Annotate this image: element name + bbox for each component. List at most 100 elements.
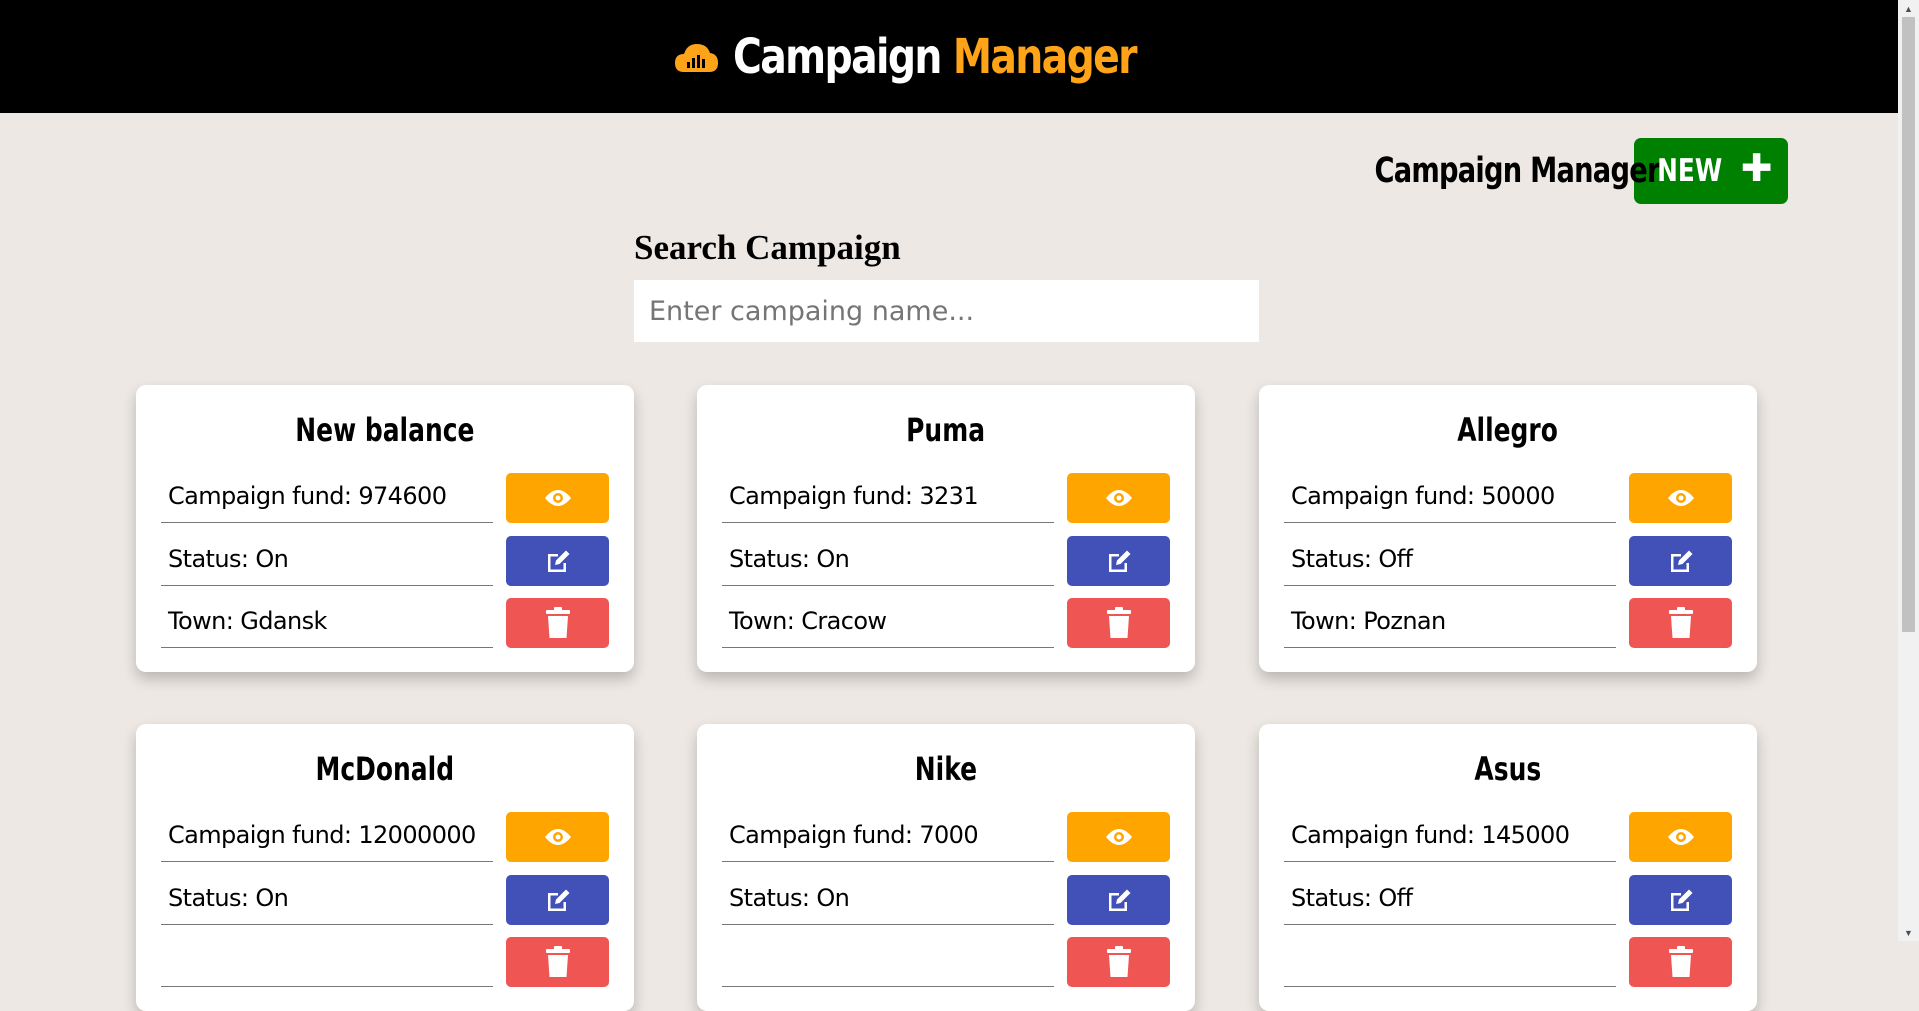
card-row: Town: Poznan [1284, 598, 1732, 650]
campaign-status: Status: Off [1284, 536, 1616, 586]
app-title: Campaign Manager [733, 28, 1138, 85]
edit-icon [1667, 887, 1695, 913]
trash-icon [545, 946, 571, 978]
campaign-status: Status: Off [1284, 875, 1616, 925]
edit-button[interactable] [1629, 875, 1732, 925]
eye-icon [544, 827, 572, 847]
eye-icon [1667, 827, 1695, 847]
scrollbar[interactable]: ▲ ▼ [1898, 0, 1919, 941]
edit-icon [1667, 548, 1695, 574]
delete-button[interactable] [506, 937, 609, 987]
scroll-up-arrow-icon[interactable]: ▲ [1898, 0, 1919, 17]
edit-icon [544, 887, 572, 913]
card-row: Town: Gdansk [161, 598, 609, 650]
delete-button[interactable] [506, 598, 609, 648]
campaign-status: Status: On [161, 536, 493, 586]
campaign-town [722, 937, 1054, 987]
campaign-town: Town: Cracow [722, 598, 1054, 648]
campaign-fund: Campaign fund: 145000 [1284, 812, 1616, 862]
edit-button[interactable] [1629, 536, 1732, 586]
new-button-label: NEW [1657, 153, 1723, 189]
app-title-part1: Campaign [733, 28, 942, 85]
campaign-fund: Campaign fund: 7000 [722, 812, 1054, 862]
plus-icon: ✚ [1740, 146, 1773, 190]
campaign-status: Status: On [722, 536, 1054, 586]
edit-button[interactable] [1067, 536, 1170, 586]
campaign-name: Asus [1259, 750, 1757, 788]
campaign-name: Nike [697, 750, 1195, 788]
scrollbar-thumb[interactable] [1902, 17, 1915, 632]
scroll-down-arrow-icon[interactable]: ▼ [1898, 924, 1919, 941]
campaign-status: Status: On [161, 875, 493, 925]
eye-icon [1105, 827, 1133, 847]
delete-button[interactable] [1629, 598, 1732, 648]
campaign-town [161, 937, 493, 987]
search-input[interactable] [634, 280, 1259, 342]
campaign-card: Puma Campaign fund: 3231 Status: On Town: C… [697, 385, 1195, 672]
trash-icon [1106, 946, 1132, 978]
search-title: Search Campaign [634, 228, 901, 267]
card-row: Campaign fund: 145000 [1284, 812, 1732, 864]
card-row [722, 937, 1170, 989]
campaign-name-text: Allegro [1457, 411, 1559, 449]
view-button[interactable] [1629, 473, 1732, 523]
page-header: Campaign Manager NEW ✚ [1294, 138, 1788, 204]
campaign-name-text: Nike [914, 750, 978, 788]
trash-icon [1668, 946, 1694, 978]
cloud-chart-icon [675, 43, 719, 72]
view-button[interactable] [1067, 473, 1170, 523]
card-row: Campaign fund: 12000000 [161, 812, 609, 864]
card-row [1284, 937, 1732, 989]
app-title-part2: Manager [953, 28, 1138, 85]
campaign-status: Status: On [722, 875, 1054, 925]
view-button[interactable] [1629, 812, 1732, 862]
edit-icon [1105, 887, 1133, 913]
view-button[interactable] [506, 473, 609, 523]
campaign-card: New balance Campaign fund: 974600 Status: … [136, 385, 634, 672]
card-row: Campaign fund: 50000 [1284, 473, 1732, 525]
campaign-name-text: McDonald [315, 750, 455, 788]
campaign-card: Allegro Campaign fund: 50000 Status: Off To… [1259, 385, 1757, 672]
campaign-town: Town: Gdansk [161, 598, 493, 648]
card-row: Status: On [722, 875, 1170, 927]
delete-button[interactable] [1629, 937, 1732, 987]
card-row: Status: On [161, 536, 609, 588]
search-section: Search Campaign [634, 228, 1259, 342]
page-title: Campaign Manager [1374, 151, 1661, 191]
edit-button[interactable] [506, 536, 609, 586]
campaign-name: McDonald [136, 750, 634, 788]
eye-icon [1105, 488, 1133, 508]
campaign-fund: Campaign fund: 3231 [722, 473, 1054, 523]
card-row: Status: Off [1284, 536, 1732, 588]
edit-button[interactable] [506, 875, 609, 925]
campaign-name-text: Puma [906, 411, 986, 449]
card-row: Town: Cracow [722, 598, 1170, 650]
campaign-name: New balance [136, 411, 634, 449]
campaign-name: Puma [697, 411, 1195, 449]
edit-icon [544, 548, 572, 574]
campaign-fund: Campaign fund: 974600 [161, 473, 493, 523]
trash-icon [1106, 607, 1132, 639]
card-row: Campaign fund: 7000 [722, 812, 1170, 864]
view-button[interactable] [1067, 812, 1170, 862]
campaign-town: Town: Poznan [1284, 598, 1616, 648]
campaign-fund: Campaign fund: 12000000 [161, 812, 493, 862]
delete-button[interactable] [1067, 598, 1170, 648]
card-row: Status: Off [1284, 875, 1732, 927]
campaign-name-text: New balance [295, 411, 475, 449]
card-row: Campaign fund: 974600 [161, 473, 609, 525]
edit-button[interactable] [1067, 875, 1170, 925]
campaign-card: Nike Campaign fund: 7000 Status: On [697, 724, 1195, 1011]
campaign-card: McDonald Campaign fund: 12000000 Status: O… [136, 724, 634, 1011]
view-button[interactable] [506, 812, 609, 862]
delete-button[interactable] [1067, 937, 1170, 987]
edit-icon [1105, 548, 1133, 574]
campaign-town [1284, 937, 1616, 987]
card-row [161, 937, 609, 989]
top-bar: Campaign Manager [0, 0, 1898, 113]
trash-icon [1668, 607, 1694, 639]
campaign-fund: Campaign fund: 50000 [1284, 473, 1616, 523]
brand: Campaign Manager [673, 29, 1224, 85]
campaign-name-text: Asus [1474, 750, 1542, 788]
new-campaign-button[interactable]: NEW ✚ [1634, 138, 1788, 204]
